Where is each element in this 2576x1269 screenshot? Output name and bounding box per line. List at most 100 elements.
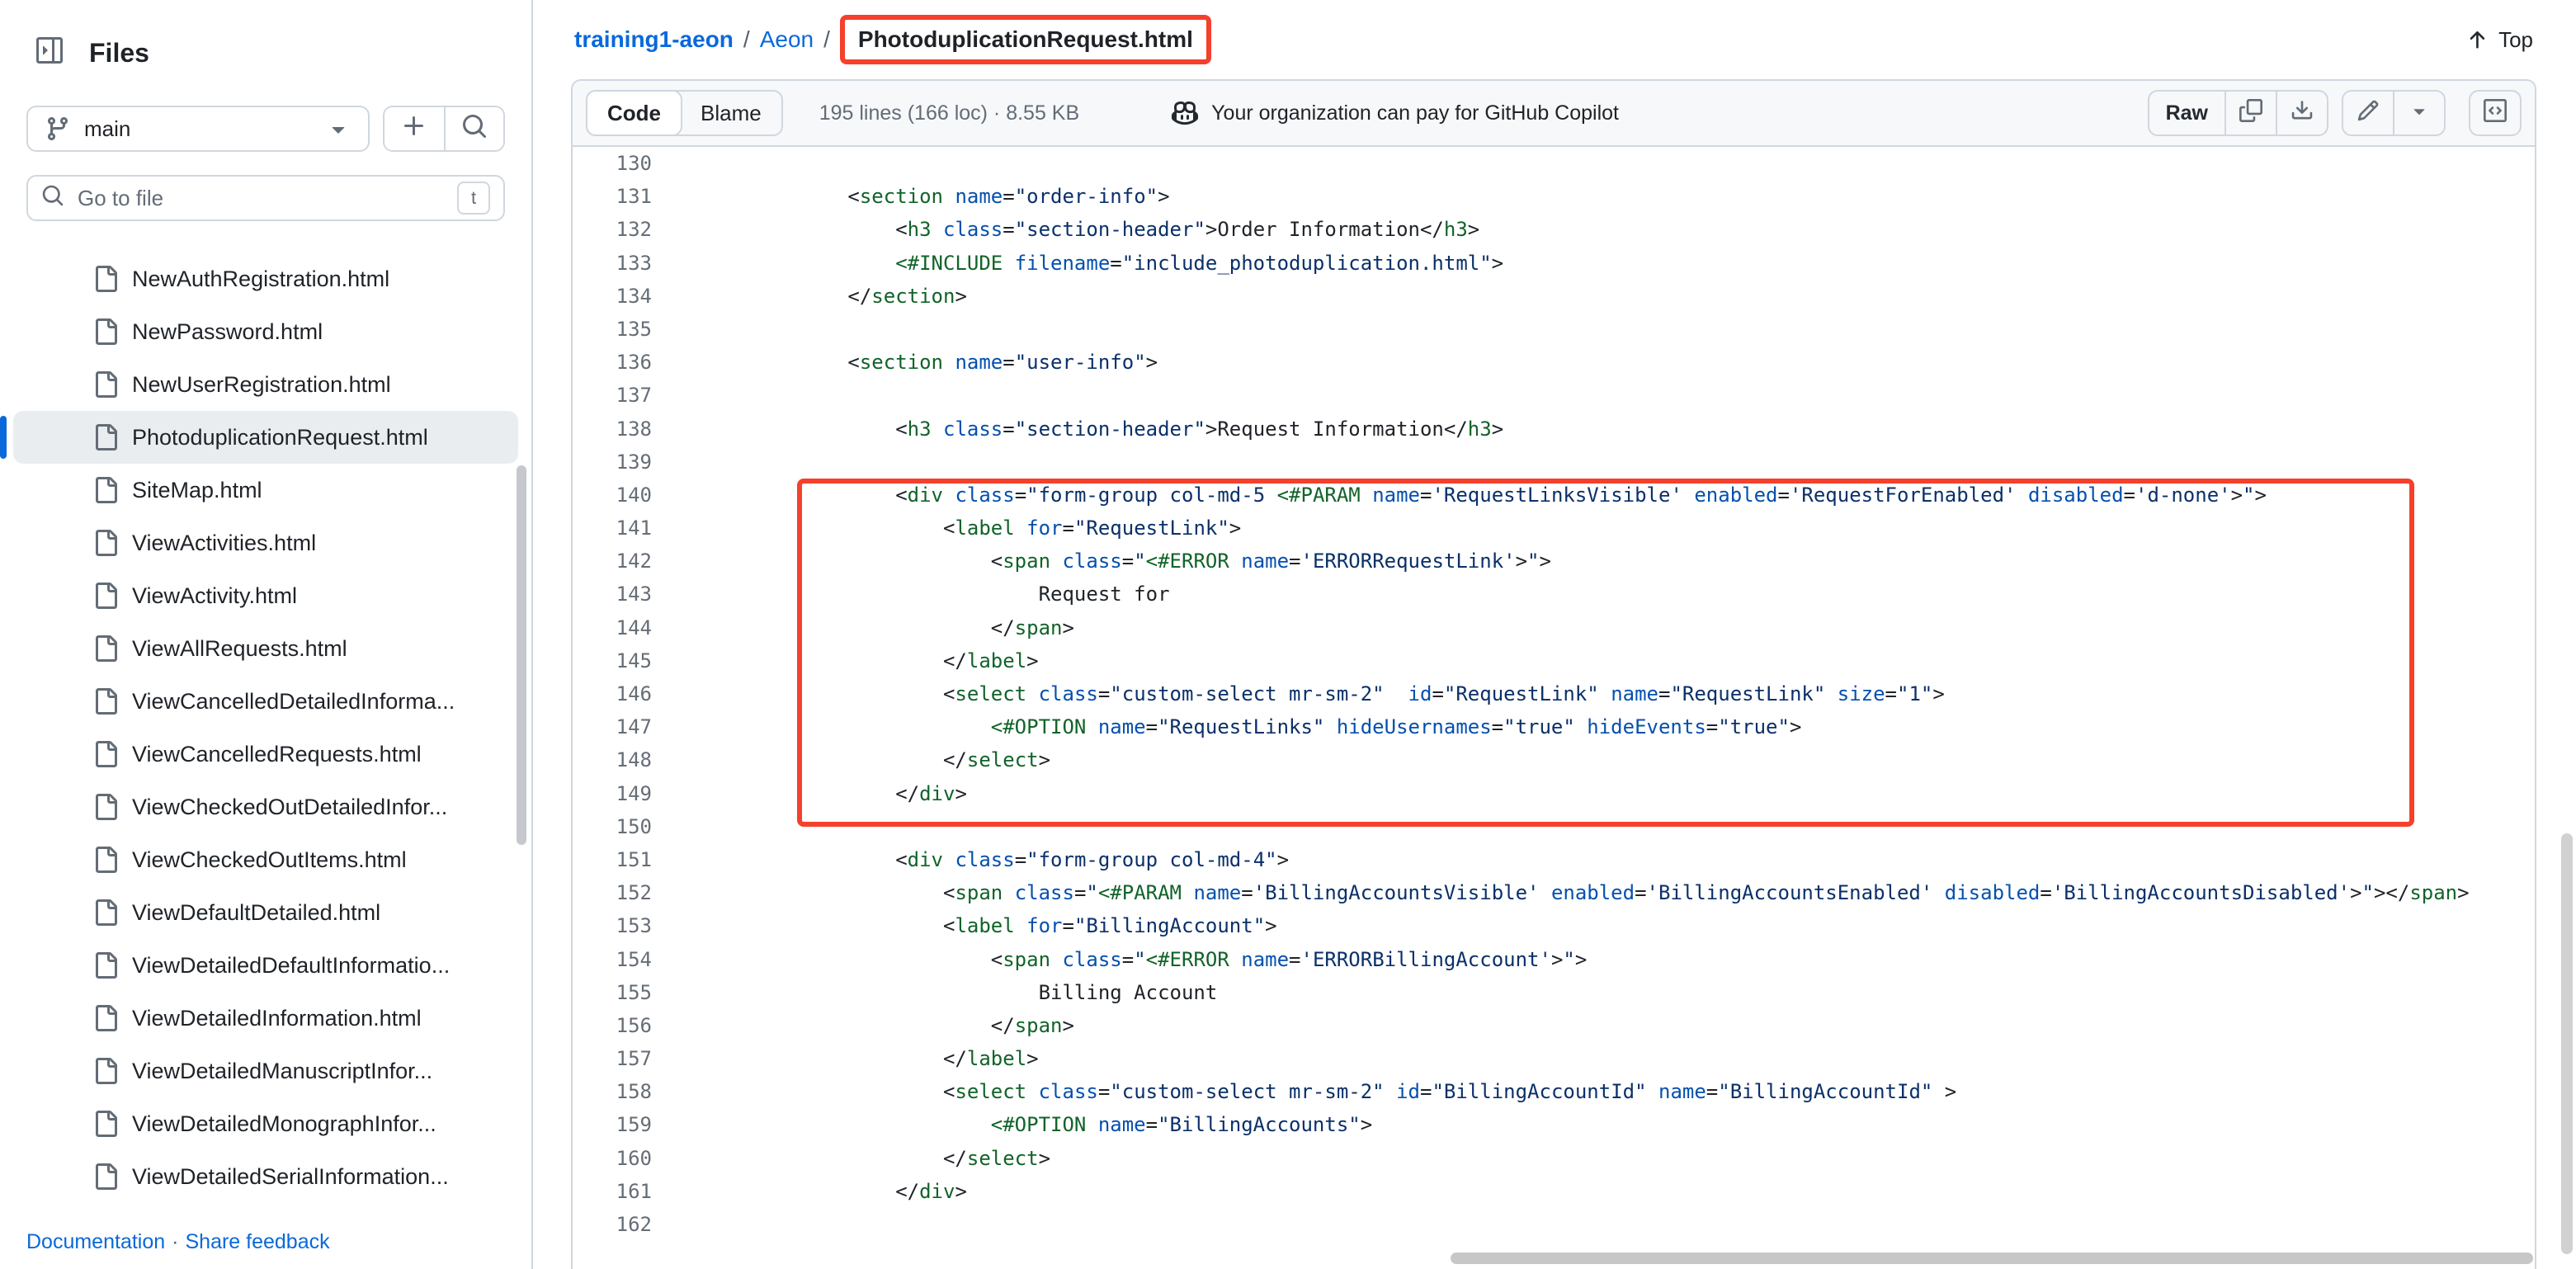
line-number[interactable]: 158 bbox=[573, 1075, 675, 1108]
file-tree-item[interactable]: ViewCheckedOutItems.html bbox=[13, 833, 518, 886]
line-number[interactable]: 152 bbox=[573, 876, 675, 909]
horizontal-scrollbar[interactable] bbox=[1451, 1252, 2533, 1264]
line-number[interactable]: 136 bbox=[573, 346, 675, 379]
file-tree-item[interactable]: ViewCancelledDetailedInforma... bbox=[13, 675, 518, 728]
line-number[interactable]: 154 bbox=[573, 943, 675, 976]
code-line: 135 bbox=[573, 313, 2535, 346]
collapse-file-tree-button[interactable] bbox=[26, 30, 73, 76]
code-line: 159 <#OPTION name="BillingAccounts"> bbox=[573, 1108, 2535, 1141]
code-line: 136 <section name="user-info"> bbox=[573, 346, 2535, 379]
line-number[interactable]: 141 bbox=[573, 512, 675, 545]
branch-selector[interactable]: main bbox=[26, 106, 370, 152]
line-number[interactable]: 137 bbox=[573, 379, 675, 412]
code-viewer[interactable]: 130131 <section name="order-info">132 <h… bbox=[573, 147, 2535, 1241]
line-number[interactable]: 148 bbox=[573, 743, 675, 776]
code-line-content: <#OPTION name="BillingAccounts"> bbox=[675, 1108, 1372, 1141]
download-raw-button[interactable] bbox=[2276, 90, 2328, 136]
line-number[interactable]: 132 bbox=[573, 213, 675, 246]
new-file-button[interactable] bbox=[385, 107, 444, 150]
breadcrumb-folder-link[interactable]: Aeon bbox=[760, 26, 814, 53]
line-number[interactable]: 149 bbox=[573, 777, 675, 810]
line-number[interactable]: 150 bbox=[573, 810, 675, 843]
copilot-icon bbox=[1172, 100, 1198, 126]
file-name: ViewCancelledRequests.html bbox=[132, 742, 422, 767]
file-tree-item[interactable]: NewPassword.html bbox=[13, 305, 518, 358]
symbols-panel-button[interactable] bbox=[2469, 90, 2522, 136]
file-toolbar: Code Blame 195 lines (166 loc) · 8.55 KB… bbox=[573, 81, 2535, 147]
page-scrollbar[interactable] bbox=[2561, 833, 2573, 1254]
sidebar-scrollbar[interactable] bbox=[517, 465, 526, 845]
file-tree-item[interactable]: ViewCheckedOutDetailedInfor... bbox=[13, 781, 518, 833]
file-tree-item[interactable]: ViewAllRequests.html bbox=[13, 622, 518, 675]
share-feedback-link[interactable]: Share feedback bbox=[185, 1230, 329, 1253]
line-number[interactable]: 159 bbox=[573, 1108, 675, 1141]
file-tree-item[interactable]: ViewActivities.html bbox=[13, 517, 518, 569]
line-number[interactable]: 144 bbox=[573, 611, 675, 644]
raw-button[interactable]: Raw bbox=[2148, 90, 2226, 136]
edit-file-button[interactable] bbox=[2342, 90, 2394, 136]
go-to-file-input[interactable]: Go to file t bbox=[26, 175, 505, 221]
code-line-content: <label for="RequestLink"> bbox=[675, 512, 1241, 545]
documentation-link[interactable]: Documentation bbox=[26, 1230, 165, 1253]
line-number[interactable]: 157 bbox=[573, 1042, 675, 1075]
file-name: ViewCheckedOutDetailedInfor... bbox=[132, 795, 447, 820]
file-tree-item[interactable]: ViewDetailedMonographInfor... bbox=[13, 1097, 518, 1150]
line-number[interactable]: 143 bbox=[573, 578, 675, 611]
file-tree-item[interactable]: ViewDetailedInformation.html bbox=[13, 992, 518, 1045]
line-number[interactable]: 130 bbox=[573, 147, 675, 180]
line-number[interactable]: 142 bbox=[573, 545, 675, 578]
copilot-banner[interactable]: Your organization can pay for GitHub Cop… bbox=[1172, 100, 1619, 126]
file-tree-item[interactable]: ViewDetailedDefaultInformatio... bbox=[13, 939, 518, 992]
file-icon bbox=[92, 794, 119, 820]
code-blame-toggle: Code Blame bbox=[586, 90, 783, 136]
code-line: 151 <div class="form-group col-md-4"> bbox=[573, 843, 2535, 876]
code-line: 157 </label> bbox=[573, 1042, 2535, 1075]
line-number[interactable]: 153 bbox=[573, 909, 675, 942]
file-tree-item[interactable]: ViewDetailedSerialInformation... bbox=[13, 1150, 518, 1203]
code-line-content: Request for bbox=[675, 578, 1170, 611]
file-tree-item[interactable]: PhotoduplicationRequest.html bbox=[13, 411, 518, 464]
copy-raw-button[interactable] bbox=[2225, 90, 2277, 136]
line-number[interactable]: 139 bbox=[573, 446, 675, 479]
copilot-banner-text: Your organization can pay for GitHub Cop… bbox=[1211, 101, 1619, 125]
file-icon bbox=[92, 1111, 119, 1137]
file-tree-item[interactable]: ViewDetailedManuscriptInfor... bbox=[13, 1045, 518, 1097]
tab-blame[interactable]: Blame bbox=[681, 92, 781, 134]
file-icon bbox=[92, 1005, 119, 1031]
file-tree-item[interactable]: NewAuthRegistration.html bbox=[13, 252, 518, 305]
code-line-content: <h3 class="section-header">Request Infor… bbox=[675, 413, 1503, 446]
back-to-top-button[interactable]: Top bbox=[2465, 27, 2533, 53]
file-tree-item[interactable]: ViewDefaultDetailed.html bbox=[13, 886, 518, 939]
line-number[interactable]: 146 bbox=[573, 677, 675, 710]
line-number[interactable]: 134 bbox=[573, 280, 675, 313]
line-number[interactable]: 156 bbox=[573, 1009, 675, 1042]
line-number[interactable]: 135 bbox=[573, 313, 675, 346]
code-line-content: </label> bbox=[675, 644, 1039, 677]
code-line: 155 Billing Account bbox=[573, 976, 2535, 1009]
line-number[interactable]: 131 bbox=[573, 180, 675, 213]
file-icon bbox=[92, 899, 119, 926]
code-line-content: <div class="form-group col-md-5 <#PARAM … bbox=[675, 479, 2267, 512]
line-number[interactable]: 133 bbox=[573, 247, 675, 280]
code-line-content: <label for="BillingAccount"> bbox=[675, 909, 1277, 942]
line-number[interactable]: 151 bbox=[573, 843, 675, 876]
tab-code[interactable]: Code bbox=[586, 90, 682, 136]
line-number[interactable]: 155 bbox=[573, 976, 675, 1009]
line-number[interactable]: 145 bbox=[573, 644, 675, 677]
line-number[interactable]: 147 bbox=[573, 710, 675, 743]
file-tree-item[interactable]: SiteMap.html bbox=[13, 464, 518, 517]
line-number[interactable]: 161 bbox=[573, 1175, 675, 1208]
code-line: 134 </section> bbox=[573, 280, 2535, 313]
breadcrumb-repo-link[interactable]: training1-aeon bbox=[574, 26, 734, 53]
line-number[interactable]: 140 bbox=[573, 479, 675, 512]
edit-dropdown-button[interactable] bbox=[2393, 90, 2446, 136]
file-tree-item[interactable]: ViewCancelledRequests.html bbox=[13, 728, 518, 781]
line-number[interactable]: 162 bbox=[573, 1208, 675, 1241]
line-number[interactable]: 138 bbox=[573, 413, 675, 446]
code-line: 141 <label for="RequestLink"> bbox=[573, 512, 2535, 545]
file-tree-item[interactable]: NewUserRegistration.html bbox=[13, 358, 518, 411]
line-number[interactable]: 160 bbox=[573, 1142, 675, 1175]
search-tree-button[interactable] bbox=[444, 107, 503, 150]
file-name: ViewDetailedDefaultInformatio... bbox=[132, 953, 450, 979]
file-tree-item[interactable]: ViewActivity.html bbox=[13, 569, 518, 622]
